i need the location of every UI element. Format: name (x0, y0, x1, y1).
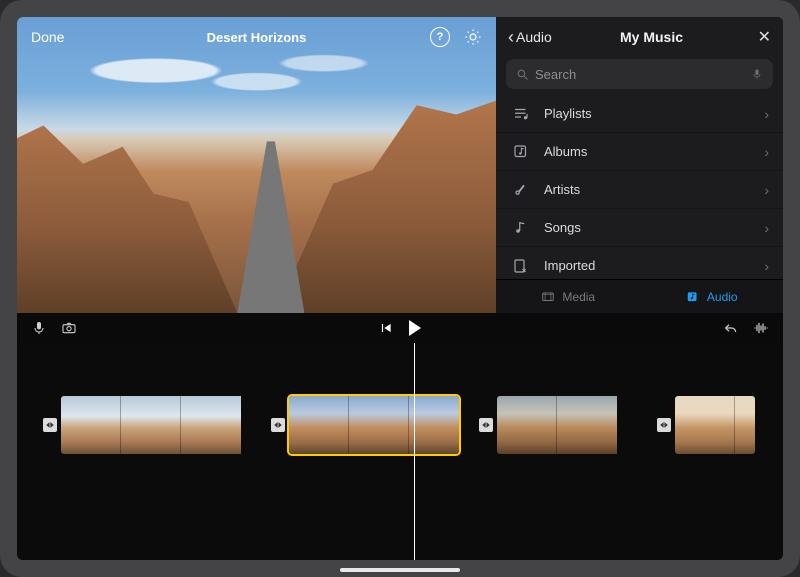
timeline-clip[interactable] (497, 396, 637, 454)
audio-sidebar: ‹ Audio My Music ✕ (496, 17, 783, 313)
sidebar-item-albums[interactable]: Albums › (496, 133, 783, 171)
done-button[interactable]: Done (31, 29, 64, 45)
transition-marker[interactable] (657, 418, 671, 432)
media-icon (540, 290, 556, 304)
artists-icon (512, 181, 530, 199)
transition-marker[interactable] (43, 418, 57, 432)
transition-marker[interactable] (271, 418, 285, 432)
play-icon (409, 320, 421, 336)
search-input[interactable] (535, 67, 745, 82)
skip-back-icon (379, 321, 393, 335)
back-label: Audio (516, 29, 552, 45)
playhead[interactable] (414, 343, 415, 560)
sidebar-item-songs[interactable]: Songs › (496, 209, 783, 247)
tab-audio[interactable]: Audio (640, 280, 784, 313)
timeline-clip[interactable] (61, 396, 251, 454)
playlists-icon (512, 105, 530, 123)
help-icon: ? (437, 31, 444, 43)
prev-button[interactable] (379, 320, 393, 336)
ipad-device-frame: Done Desert Horizons ? (0, 0, 800, 577)
timeline-toolbar (17, 313, 783, 343)
sidebar-item-label: Playlists (544, 106, 592, 121)
close-button[interactable]: ✕ (758, 27, 771, 47)
app-screen: Done Desert Horizons ? (17, 17, 783, 560)
audio-icon (685, 290, 701, 304)
play-button[interactable] (409, 320, 421, 336)
sidebar-tabs: Media Audio (496, 279, 783, 313)
search-icon (516, 68, 529, 81)
tab-media-label: Media (562, 290, 595, 304)
gear-icon (464, 28, 482, 46)
tab-media[interactable]: Media (496, 280, 640, 313)
sidebar-header: ‹ Audio My Music ✕ (496, 17, 783, 57)
sidebar-item-label: Albums (544, 144, 587, 159)
chevron-right-icon: › (764, 106, 769, 122)
chevron-right-icon: › (764, 220, 769, 236)
transition-icon (659, 420, 669, 430)
help-button[interactable]: ? (430, 27, 450, 47)
chevron-right-icon: › (764, 144, 769, 160)
songs-icon (512, 219, 530, 237)
project-title: Desert Horizons (17, 30, 496, 45)
upper-area: Done Desert Horizons ? (17, 17, 783, 313)
imported-icon (512, 257, 530, 275)
albums-icon (512, 143, 530, 161)
transition-marker[interactable] (479, 418, 493, 432)
chevron-left-icon: ‹ (508, 28, 514, 46)
sidebar-item-label: Artists (544, 182, 580, 197)
timeline-clip[interactable] (289, 396, 459, 454)
search-box[interactable] (506, 59, 773, 89)
tab-audio-label: Audio (707, 290, 738, 304)
video-preview[interactable] (17, 17, 496, 313)
chevron-right-icon: › (764, 182, 769, 198)
close-icon: ✕ (758, 29, 771, 46)
settings-button[interactable] (464, 28, 482, 46)
preview-topbar: Done Desert Horizons ? (17, 17, 496, 57)
timeline-clip[interactable] (675, 396, 755, 454)
sidebar-item-playlists[interactable]: Playlists › (496, 95, 783, 133)
transition-icon (45, 420, 55, 430)
chevron-right-icon: › (764, 258, 769, 274)
transition-icon (481, 420, 491, 430)
transition-icon (273, 420, 283, 430)
timeline[interactable] (17, 343, 783, 560)
preview-pane: Done Desert Horizons ? (17, 17, 496, 313)
clips-track (17, 395, 783, 455)
sidebar-item-artists[interactable]: Artists › (496, 171, 783, 209)
sidebar-item-label: Songs (544, 220, 581, 235)
dictation-icon[interactable] (751, 67, 763, 81)
sidebar-list: Playlists › Albums › Art (496, 95, 783, 279)
sidebar-item-imported[interactable]: Imported › (496, 247, 783, 279)
back-button[interactable]: ‹ Audio (508, 28, 552, 46)
sidebar-item-label: Imported (544, 258, 595, 273)
